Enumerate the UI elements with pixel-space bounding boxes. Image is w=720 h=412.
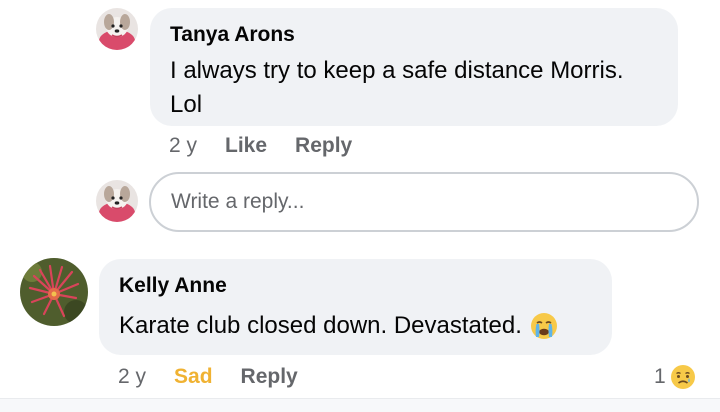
like-button[interactable]: Like — [225, 134, 267, 158]
reply-button[interactable]: Reply — [241, 365, 298, 389]
dog-photo-icon — [96, 180, 138, 222]
reply-placeholder: Write a reply... — [171, 190, 305, 213]
dog-photo-icon — [96, 8, 138, 50]
comment-text-line-2: Lol — [170, 91, 203, 118]
reply-input[interactable]: Write a reply... — [149, 172, 699, 232]
comment-text: Karate club closed down. Devastated. — [119, 312, 522, 339]
reaction-count-value: 1 — [654, 365, 666, 388]
comment-bubble-kelly: Kelly Anne Karate club closed down. Deva… — [99, 259, 612, 355]
reaction-count[interactable]: 1 — [654, 364, 696, 390]
sad-face-icon — [670, 364, 696, 390]
sad-reaction-button[interactable]: Sad — [174, 365, 213, 389]
comment-thread: Tanya Arons I always try to keep a safe … — [0, 0, 720, 412]
comment-author[interactable]: Kelly Anne — [119, 273, 227, 299]
comment-text-line-1: I always try to keep a safe distance Mor… — [170, 57, 624, 84]
comment-author[interactable]: Tanya Arons — [170, 22, 295, 48]
comment-actions-kelly: 2 y Sad Reply — [118, 365, 298, 389]
reply-button[interactable]: Reply — [295, 134, 352, 158]
comment-time[interactable]: 2 y — [118, 365, 146, 389]
flower-photo-icon — [20, 258, 88, 326]
crying-face-icon — [530, 312, 558, 340]
avatar-kelly[interactable] — [20, 258, 88, 326]
comment-time[interactable]: 2 y — [169, 134, 197, 158]
bottom-divider — [0, 398, 720, 412]
comment-actions-tanya: 2 y Like Reply — [169, 134, 352, 158]
comment-text-row: Karate club closed down. Devastated. — [119, 309, 558, 343]
avatar-tanya[interactable] — [96, 8, 138, 50]
comment-bubble-tanya: Tanya Arons I always try to keep a safe … — [150, 8, 678, 126]
avatar-reply-user — [96, 180, 138, 222]
